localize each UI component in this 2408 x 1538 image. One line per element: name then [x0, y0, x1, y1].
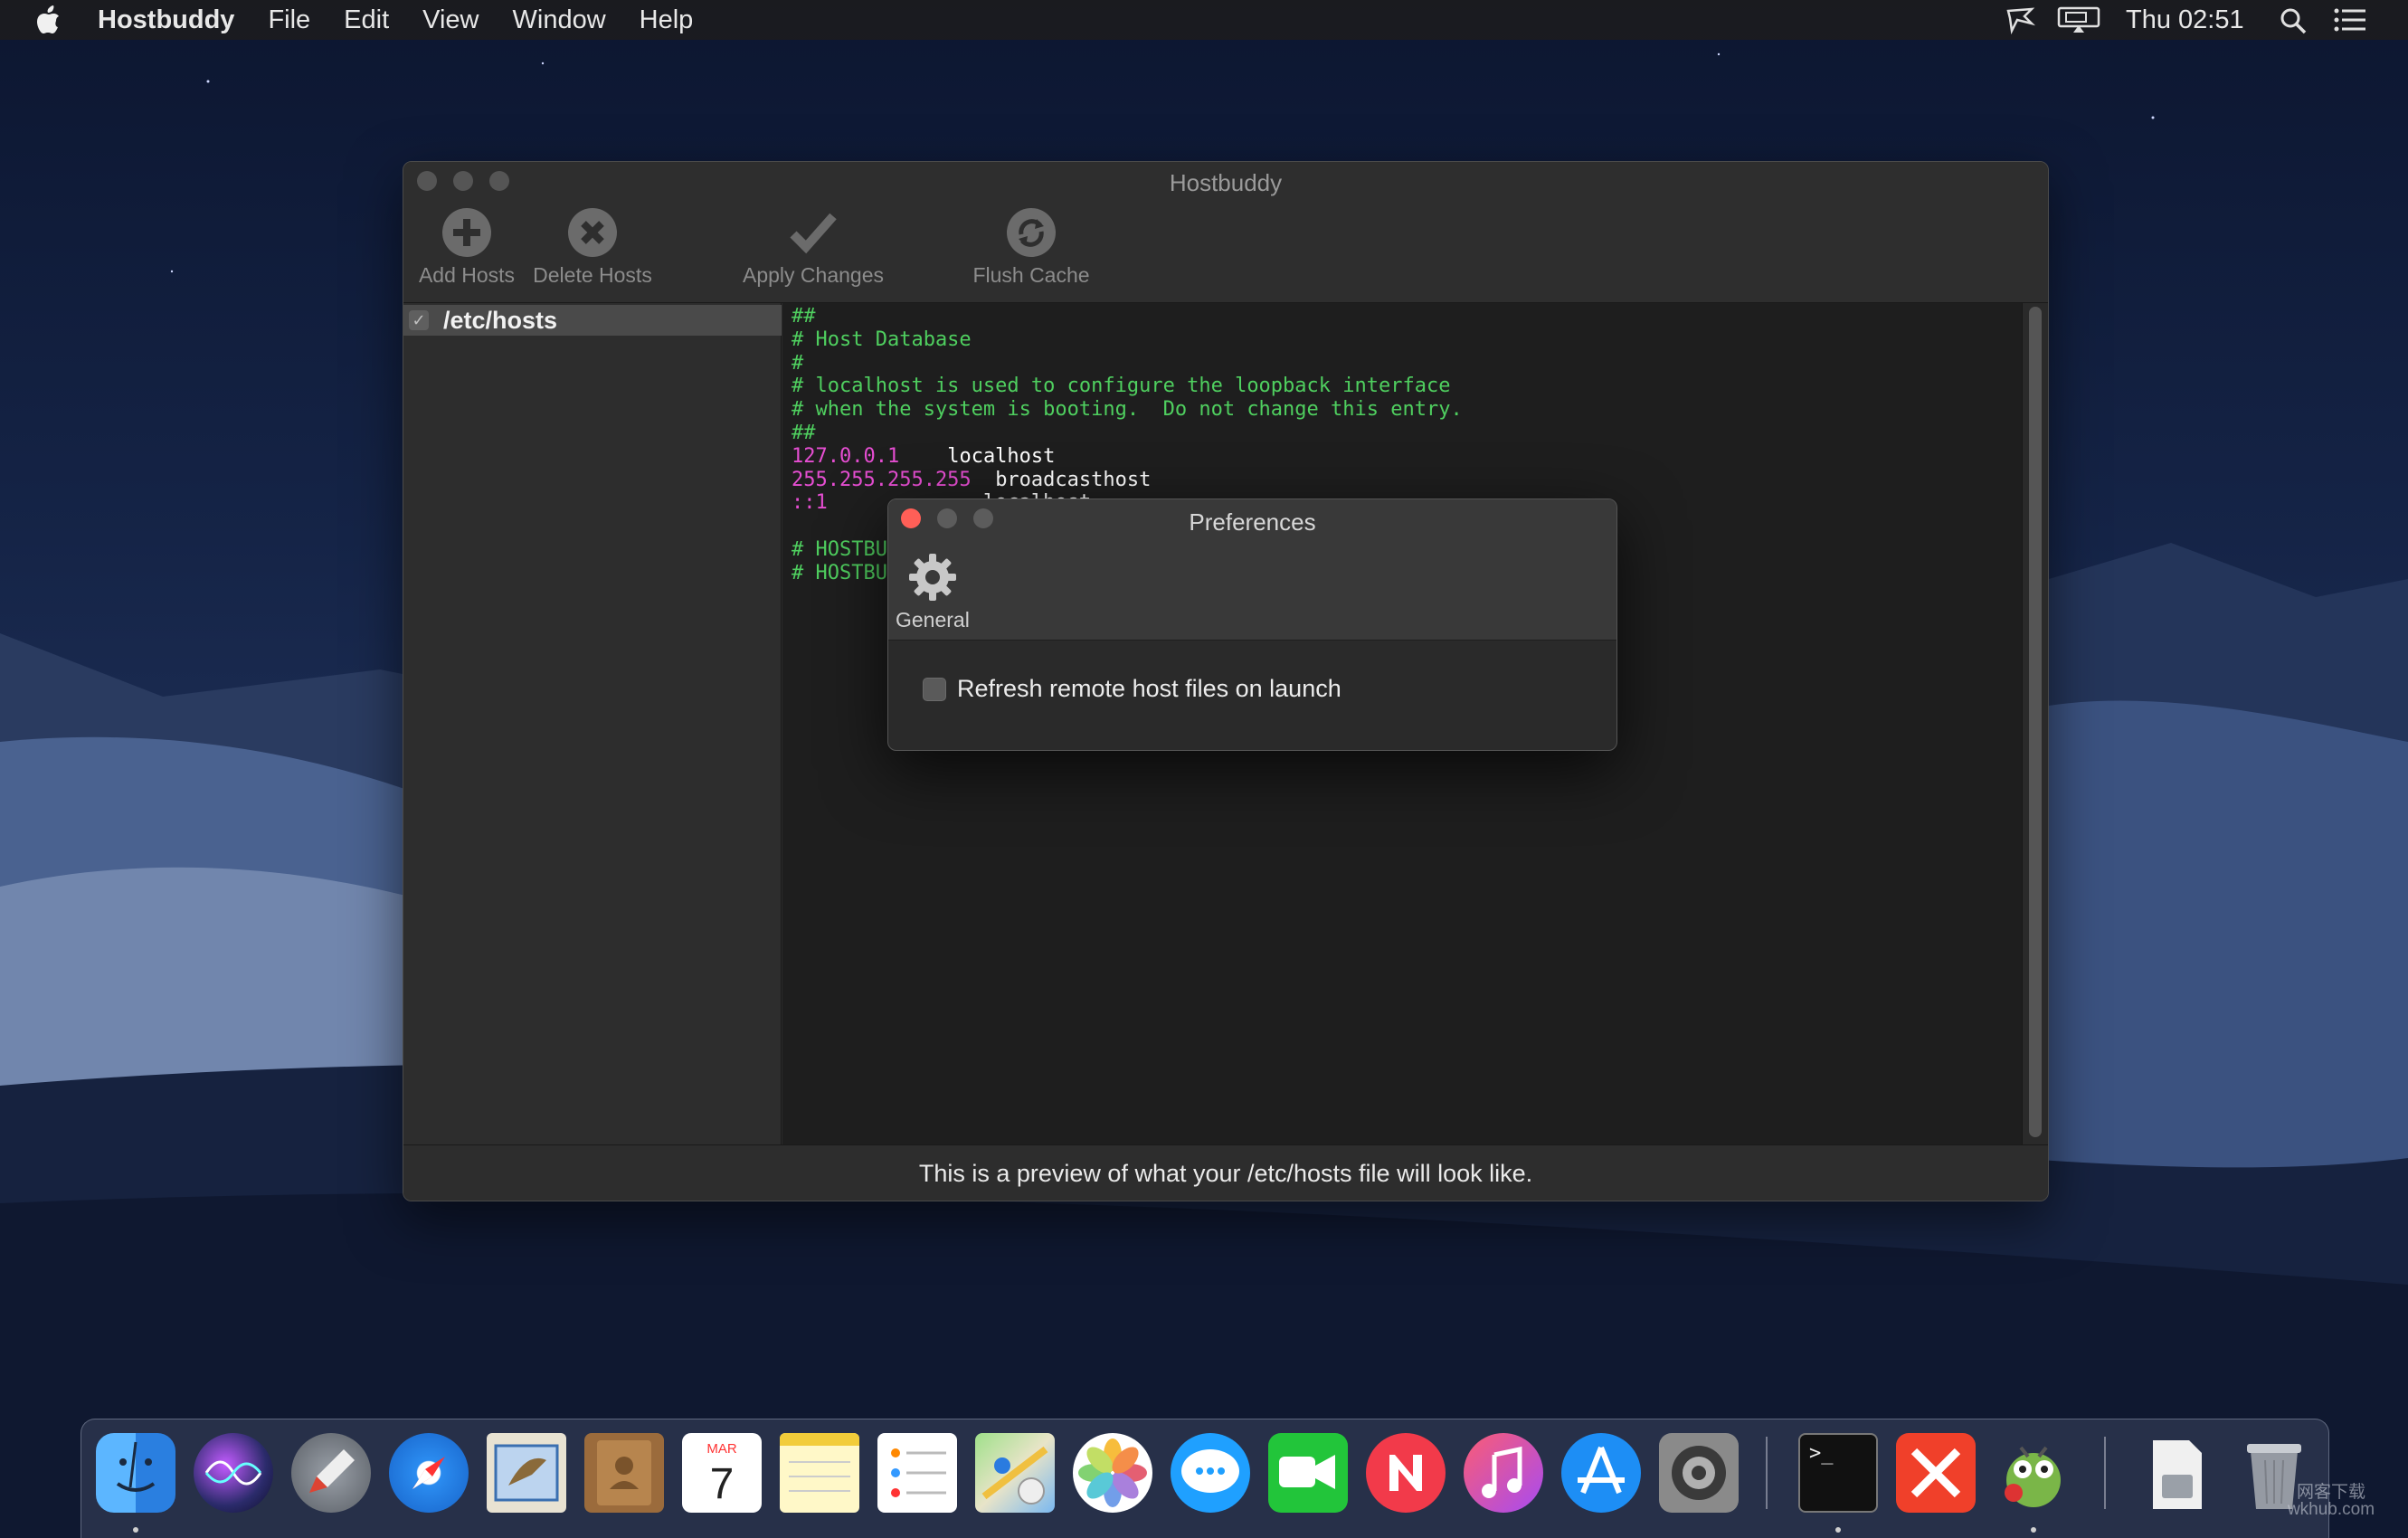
notification-center-icon[interactable]	[2334, 8, 2366, 32]
comment-text: # HOSTBU	[792, 537, 887, 561]
system-preferences-icon[interactable]	[1659, 1433, 1739, 1513]
host-ip: 255.255.255.255	[792, 468, 972, 491]
contacts-icon[interactable]	[584, 1433, 664, 1513]
finder-running-indicator	[133, 1527, 138, 1533]
menu-help[interactable]: Help	[640, 0, 694, 40]
finder-icon[interactable]	[96, 1433, 175, 1513]
news-icon[interactable]	[1366, 1433, 1446, 1513]
host-gap	[899, 445, 947, 468]
host-ip: ::1	[792, 491, 828, 515]
add-icon	[442, 208, 491, 257]
editor-scrollbar[interactable]	[2022, 303, 2048, 1144]
watermark-line1: 网客下载	[2296, 1483, 2365, 1502]
photos-icon[interactable]	[1073, 1433, 1152, 1513]
gear-icon	[908, 554, 956, 601]
watermark-line2: wkhub.com	[2287, 1500, 2375, 1519]
notes-icon[interactable]	[780, 1433, 859, 1513]
app-store-icon[interactable]	[1561, 1433, 1641, 1513]
preview-status-text: This is a preview of what your /etc/host…	[403, 1144, 2048, 1201]
refresh-on-launch-label[interactable]: Refresh remote host files on launch	[957, 675, 1341, 703]
editor-line: 255.255.255.255 broadcasthost	[792, 469, 2013, 492]
calendar-month: MAR	[706, 1441, 737, 1457]
terminal-prompt: >_	[1809, 1442, 1834, 1465]
editor-line: # localhost is used to configure the loo…	[792, 375, 2013, 398]
flush-cache-button[interactable]: Flush Cache	[959, 207, 1104, 288]
comment-text: # HOSTBU	[792, 561, 887, 584]
hostbuddy-app-icon[interactable]	[1994, 1433, 2073, 1513]
tab-general-label: General	[896, 608, 970, 631]
terminal-icon[interactable]: >_	[1798, 1433, 1878, 1513]
editor-line: # when the system is booting. Do not cha…	[792, 398, 2013, 422]
etc-hosts-checkbox[interactable]: ✓	[409, 310, 429, 330]
refresh-on-launch-checkbox[interactable]	[923, 677, 946, 701]
calendar-icon[interactable]: MAR 7	[682, 1433, 762, 1513]
main-window-title: Hostbuddy	[1169, 169, 1283, 196]
refresh-icon	[1007, 208, 1056, 257]
menu-app-name[interactable]: Hostbuddy	[98, 0, 234, 40]
hostbuddy-menu-icon[interactable]	[2005, 5, 2035, 34]
menu-bar: Hostbuddy File Edit View Window Help Thu…	[0, 0, 2408, 40]
comment-text: #	[792, 351, 804, 375]
dock-separator	[1766, 1437, 1768, 1509]
menu-file[interactable]: File	[268, 0, 310, 40]
calendar-day: 7	[710, 1460, 735, 1508]
hostbuddy-running-indicator	[2031, 1527, 2036, 1533]
host-gap	[972, 469, 996, 491]
comment-text: # Host Database	[792, 328, 972, 351]
preferences-title: Preferences	[1189, 508, 1316, 536]
main-titlebar: Hostbuddy Add Hosts Delete Hosts Apply C…	[403, 162, 2048, 303]
preferences-window: Preferences General Refresh remote host …	[887, 498, 1617, 751]
menu-window[interactable]: Window	[513, 0, 606, 40]
editor-line: 127.0.0.1 localhost	[792, 445, 2013, 469]
sidebar-item-label: /etc/hosts	[443, 306, 558, 334]
flush-cache-label: Flush Cache	[972, 263, 1090, 287]
downloads-stack-icon[interactable]	[2137, 1433, 2216, 1513]
add-hosts-label: Add Hosts	[418, 263, 516, 287]
sidebar-item-etc-hosts[interactable]: ✓ /etc/hosts	[403, 305, 782, 336]
editor-line: ##	[792, 305, 2013, 328]
watermark: 网客下载 wkhub.com	[2272, 1484, 2390, 1518]
spotlight-search-icon[interactable]	[2280, 7, 2307, 34]
apply-changes-button[interactable]: Apply Changes	[741, 207, 886, 288]
siri-icon[interactable]	[194, 1433, 273, 1513]
facetime-icon[interactable]	[1268, 1433, 1348, 1513]
xmind-icon[interactable]	[1896, 1433, 1976, 1513]
tab-general[interactable]: General	[896, 550, 970, 632]
dock-separator	[2104, 1437, 2106, 1509]
host-name: localhost	[947, 444, 1056, 468]
airplay-display-icon[interactable]	[2057, 6, 2100, 33]
preferences-toolbar: Preferences General	[888, 499, 1616, 641]
delete-hosts-button[interactable]: Delete Hosts	[520, 207, 665, 288]
menu-view[interactable]: View	[422, 0, 479, 40]
host-name: broadcasthost	[995, 468, 1152, 491]
maps-icon[interactable]	[975, 1433, 1055, 1513]
safari-icon[interactable]	[389, 1433, 469, 1513]
comment-text: # localhost is used to configure the loo…	[792, 375, 1451, 398]
delete-hosts-label: Delete Hosts	[533, 263, 652, 287]
refresh-option-row[interactable]: Refresh remote host files on launch	[923, 675, 1341, 703]
editor-line: ##	[792, 422, 2013, 445]
comment-text: ##	[792, 305, 816, 328]
delete-icon	[568, 208, 617, 257]
apple-logo-icon[interactable]	[34, 4, 65, 36]
mail-icon[interactable]	[487, 1433, 566, 1513]
editor-line: # Host Database	[792, 328, 2013, 352]
menu-edit[interactable]: Edit	[344, 0, 389, 40]
comment-text: ##	[792, 421, 816, 444]
add-hosts-button[interactable]: Add Hosts	[403, 207, 539, 288]
editor-line: #	[792, 352, 2013, 375]
itunes-icon[interactable]	[1464, 1433, 1543, 1513]
checkmark-icon	[790, 213, 837, 254]
menubar-clock[interactable]: Thu 02:51	[2126, 0, 2244, 40]
hosts-sidebar: ✓ /etc/hosts	[403, 303, 782, 1144]
messages-icon[interactable]	[1171, 1433, 1250, 1513]
apply-changes-label: Apply Changes	[743, 263, 884, 287]
launchpad-icon[interactable]	[291, 1433, 371, 1513]
reminders-icon[interactable]	[877, 1433, 957, 1513]
comment-text: # when the system is booting. Do not cha…	[792, 398, 1463, 422]
terminal-running-indicator	[1835, 1527, 1841, 1533]
host-ip: 127.0.0.1	[792, 444, 900, 468]
scrollbar-thumb[interactable]	[2029, 307, 2042, 1137]
